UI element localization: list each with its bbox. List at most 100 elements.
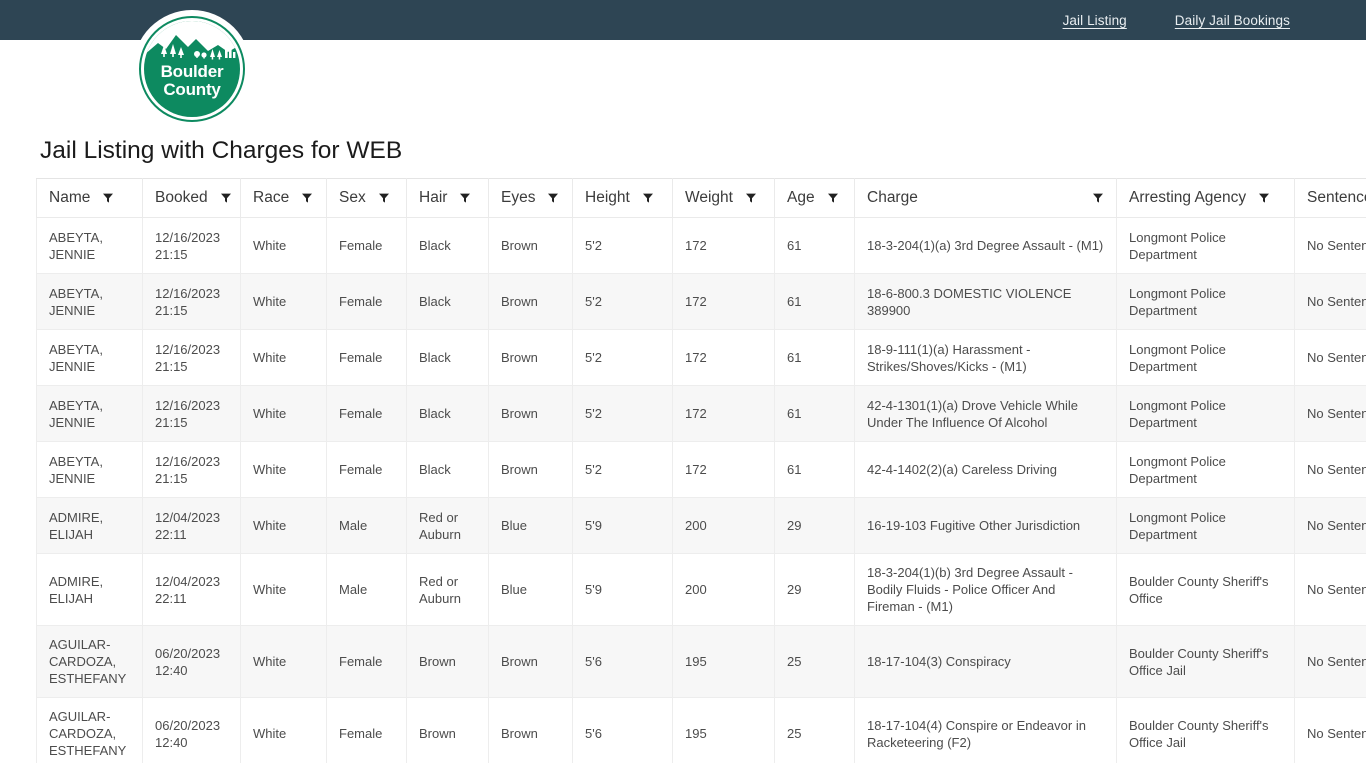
cell-weight: 172 [672, 385, 775, 442]
table-header: Name Booked Race Sex Hair Eyes Height We… [36, 178, 1366, 218]
column-label-weight: Weight [685, 189, 733, 206]
table-row[interactable]: ABEYTA, JENNIE 12/16/2023 21:15 White Femal… [36, 441, 1366, 498]
filter-funnel-icon-weight[interactable] [745, 192, 757, 204]
column-header-charge[interactable]: Charge [854, 178, 1117, 218]
cell-race: White [240, 553, 327, 626]
table-row[interactable]: ABEYTA, JENNIE 12/16/2023 21:15 White Femal… [36, 273, 1366, 330]
table-row[interactable]: ADMIRE, ELIJAH 12/04/2023 22:11 White Male R… [36, 553, 1366, 626]
cell-booked: 12/16/2023 21:15 [142, 441, 241, 498]
filter-funnel-icon-booked[interactable] [220, 192, 232, 204]
cell-age: 61 [774, 441, 855, 498]
column-header-eyes[interactable]: Eyes [488, 178, 573, 218]
boulder-county-logo[interactable]: Boulder County [133, 10, 251, 128]
nav-link-jail-listing[interactable]: Jail Listing [1063, 13, 1127, 28]
cell-sex: Male [326, 553, 407, 626]
column-label-arresting-agency: Arresting Agency [1129, 189, 1247, 206]
column-header-age[interactable]: Age [774, 178, 855, 218]
nav-link-daily-jail-bookings[interactable]: Daily Jail Bookings [1175, 13, 1290, 28]
cell-race: White [240, 697, 327, 763]
column-header-hair[interactable]: Hair [406, 178, 489, 218]
cell-height: 5'9 [572, 553, 673, 626]
cell-hair: Black [406, 329, 489, 386]
cell-age: 61 [774, 217, 855, 274]
cell-eyes: Brown [488, 441, 573, 498]
cell-agency: Longmont Police Department [1116, 385, 1295, 442]
cell-race: White [240, 441, 327, 498]
cell-agency: Longmont Police Department [1116, 273, 1295, 330]
column-header-name[interactable]: Name [36, 178, 143, 218]
cell-sex: Female [326, 697, 407, 763]
logo-line-1: Boulder [160, 62, 224, 81]
cell-hair: Black [406, 217, 489, 274]
cell-age: 25 [774, 697, 855, 763]
cell-charge: 16-19-103 Fugitive Other Jurisdiction [854, 497, 1117, 554]
cell-agency: Boulder County Sheriff's Office Jail [1116, 697, 1295, 763]
column-label-height: Height [585, 189, 630, 206]
cell-name: ABEYTA, JENNIE [36, 329, 143, 386]
cell-sex: Female [326, 625, 407, 698]
cell-sex: Male [326, 497, 407, 554]
column-label-age: Age [787, 189, 815, 206]
table-row[interactable]: AGUILAR-CARDOZA, ESTHEFANY 06/20/2023 12:… [36, 697, 1366, 763]
column-label-race: Race [253, 189, 290, 206]
cell-eyes: Brown [488, 329, 573, 386]
column-header-weight[interactable]: Weight [672, 178, 775, 218]
logo-inner-ring: Boulder County [139, 16, 245, 122]
cell-weight: 200 [672, 497, 775, 554]
filter-funnel-icon-charge[interactable] [1092, 192, 1104, 204]
column-label-charge: Charge [867, 189, 918, 206]
logo-outer-ring: Boulder County [133, 10, 251, 128]
cell-name: ADMIRE, ELIJAH [36, 497, 143, 554]
cell-eyes: Brown [488, 385, 573, 442]
cell-name: ABEYTA, JENNIE [36, 385, 143, 442]
table-row[interactable]: AGUILAR-CARDOZA, ESTHEFANY 06/20/2023 12:… [36, 625, 1366, 698]
filter-funnel-icon-eyes[interactable] [547, 192, 559, 204]
cell-charge: 18-3-204(1)(b) 3rd Degree Assault - Bodi… [854, 553, 1117, 626]
cell-booked: 12/04/2023 22:11 [142, 497, 241, 554]
cell-name: AGUILAR-CARDOZA, ESTHEFANY [36, 697, 143, 763]
filter-funnel-icon-height[interactable] [642, 192, 654, 204]
filter-funnel-icon-name[interactable] [102, 192, 114, 204]
cell-height: 5'2 [572, 385, 673, 442]
cell-agency: Longmont Police Department [1116, 441, 1295, 498]
cell-agency: Boulder County Sheriff's Office Jail [1116, 625, 1295, 698]
cell-charge: 42-4-1301(1)(a) Drove Vehicle While Unde… [854, 385, 1117, 442]
column-header-sentence[interactable]: Sentence [1294, 178, 1366, 218]
filter-funnel-icon-age[interactable] [827, 192, 839, 204]
cell-booked: 12/16/2023 21:15 [142, 273, 241, 330]
table-row[interactable]: ABEYTA, JENNIE 12/16/2023 21:15 White Femal… [36, 217, 1366, 274]
cell-name: ABEYTA, JENNIE [36, 217, 143, 274]
cell-booked: 06/20/2023 12:40 [142, 625, 241, 698]
cell-charge: 18-17-104(3) Conspiracy [854, 625, 1117, 698]
filter-funnel-icon-sex[interactable] [378, 192, 390, 204]
cell-sentence: No Sentence [1294, 441, 1366, 498]
cell-name: ABEYTA, JENNIE [36, 441, 143, 498]
cell-race: White [240, 625, 327, 698]
table-row[interactable]: ABEYTA, JENNIE 12/16/2023 21:15 White Femal… [36, 329, 1366, 386]
column-label-booked: Booked [155, 189, 208, 206]
filter-funnel-icon-hair[interactable] [459, 192, 471, 204]
cell-charge: 18-17-104(4) Conspire or Endeavor in Rac… [854, 697, 1117, 763]
table-scroll-area[interactable]: Name Booked Race Sex Hair Eyes Height We… [0, 178, 1366, 763]
column-header-arresting-agency[interactable]: Arresting Agency [1116, 178, 1295, 218]
filter-funnel-icon-arresting-agency[interactable] [1258, 192, 1270, 204]
cell-charge: 18-3-204(1)(a) 3rd Degree Assault - (M1) [854, 217, 1117, 274]
cell-booked: 06/20/2023 12:40 [142, 697, 241, 763]
column-label-hair: Hair [419, 189, 448, 206]
column-label-sentence: Sentence [1307, 189, 1366, 206]
cell-age: 29 [774, 553, 855, 626]
cell-weight: 172 [672, 217, 775, 274]
cell-sex: Female [326, 273, 407, 330]
filter-funnel-icon-race[interactable] [301, 192, 313, 204]
jail-listing-table: Name Booked Race Sex Hair Eyes Height We… [36, 178, 1366, 763]
nav-links: Jail Listing Daily Jail Bookings [1063, 13, 1290, 28]
column-header-sex[interactable]: Sex [326, 178, 407, 218]
column-header-height[interactable]: Height [572, 178, 673, 218]
column-header-race[interactable]: Race [240, 178, 327, 218]
table-row[interactable]: ADMIRE, ELIJAH 12/04/2023 22:11 White Male R… [36, 497, 1366, 554]
page-title: Jail Listing with Charges for WEB [40, 137, 403, 164]
table-row[interactable]: ABEYTA, JENNIE 12/16/2023 21:15 White Femal… [36, 385, 1366, 442]
cell-weight: 200 [672, 553, 775, 626]
cell-height: 5'6 [572, 697, 673, 763]
column-header-booked[interactable]: Booked [142, 178, 241, 218]
